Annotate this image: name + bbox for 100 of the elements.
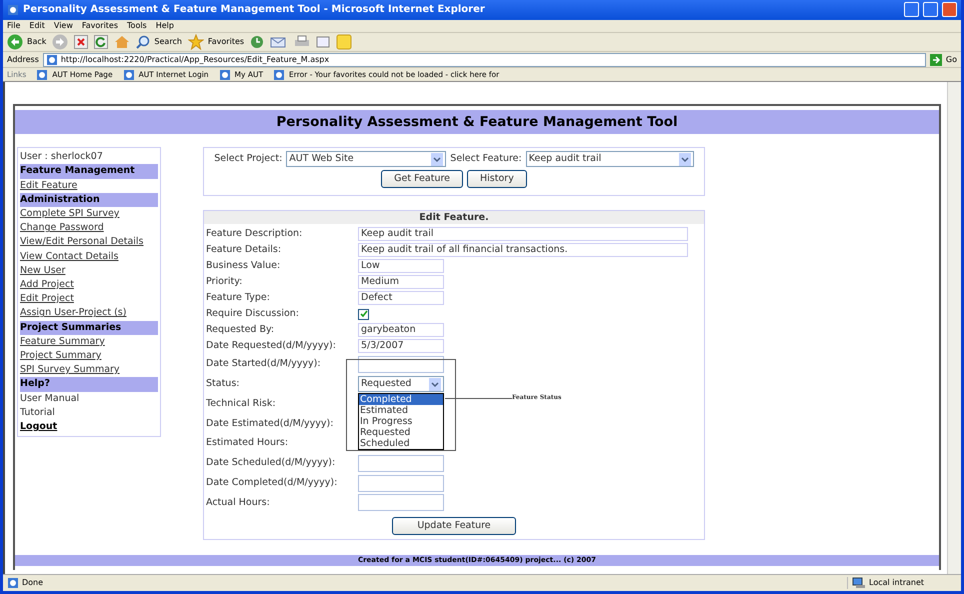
menu-item[interactable]: Help (156, 20, 174, 32)
panel-title: Edit Feature. (204, 211, 704, 224)
status-dropdown[interactable]: Requested (358, 376, 444, 392)
browser-icon (7, 4, 19, 16)
star-icon (188, 34, 204, 50)
scrollbar[interactable] (947, 82, 961, 574)
field-label: Business Value: (206, 259, 282, 274)
field-label: Select Project: (214, 152, 282, 166)
project-dropdown[interactable]: AUT Web Site (286, 151, 446, 168)
field-label: Date Scheduled(d/M/yyyy): (206, 456, 336, 470)
field-label: Priority: (206, 275, 244, 290)
search-button[interactable]: Search (136, 34, 182, 49)
sidebar-link[interactable]: View Contact Details (20, 250, 158, 264)
leader-line (445, 398, 512, 400)
field-label: Status: (206, 376, 240, 391)
sidebar-link[interactable]: Change Password (20, 221, 158, 236)
user-label: User : sherlock07 (20, 150, 104, 164)
field-label: Date Started(d/M/yyyy): (206, 357, 322, 372)
minimize-button[interactable] (904, 2, 919, 18)
history-button[interactable]: History (467, 170, 527, 188)
input-field[interactable] (358, 454, 444, 472)
sidebar-link[interactable]: Tutorial (20, 406, 158, 420)
sidebar-link[interactable]: User Manual (20, 392, 158, 406)
sidebar-link[interactable]: Add Project (20, 278, 158, 292)
dropdown-option[interactable]: Requested (359, 427, 443, 438)
sidebar-link[interactable]: Feature Summary (20, 334, 158, 349)
page-header: Personality Assessment & Feature Management Tool (15, 110, 939, 134)
dropdown-option[interactable]: Completed (359, 394, 443, 406)
sidebar-link[interactable]: Complete SPI Survey (20, 206, 158, 222)
field-label: Feature Type: (206, 291, 271, 306)
sidebar-link[interactable]: View/Edit Personal Details (20, 235, 158, 250)
dropdown-option[interactable]: Estimated (359, 405, 443, 416)
field-label: Estimated Hours: (206, 436, 290, 450)
section-header: Project Summaries (20, 320, 158, 335)
menu-item[interactable]: Tools (127, 20, 147, 32)
input-field[interactable]: Medium (358, 275, 444, 290)
document-icon[interactable] (316, 34, 330, 49)
field-label: Date Requested(d/M/yyyy): (206, 339, 337, 354)
checkbox[interactable] (358, 308, 369, 320)
menu-item[interactable]: View (54, 20, 73, 32)
back-button[interactable]: Back (7, 34, 46, 50)
maximize-button[interactable] (923, 2, 938, 18)
sidebar-link[interactable]: Project Summary (20, 348, 158, 364)
close-button[interactable] (942, 2, 957, 18)
page-icon (36, 68, 48, 81)
field-label: Requested By: (206, 323, 276, 338)
status-text: Done (22, 576, 44, 589)
input-field[interactable] (358, 474, 444, 492)
sidebar-link[interactable]: New User (20, 264, 158, 278)
field-label: Date Estimated(d/M/yyyy): (206, 416, 334, 430)
update-feature-button[interactable]: Update Feature (392, 516, 516, 535)
menu-item[interactable]: File (7, 20, 20, 32)
feature-dropdown[interactable]: Keep audit trail (526, 151, 694, 168)
field-label: Date Completed(d/M/yyyy): (206, 476, 338, 490)
sidebar-link[interactable]: SPI Survey Summary (20, 363, 158, 378)
input-field[interactable]: Defect (358, 291, 444, 306)
field-label: Feature Details: (206, 243, 282, 258)
chevron-icon (431, 152, 444, 166)
address-label: Address (7, 54, 39, 66)
note-icon[interactable] (336, 34, 352, 50)
favorites-button[interactable]: Favorites (188, 34, 244, 50)
field-label: Select Feature: (450, 152, 522, 166)
history-icon[interactable] (250, 34, 264, 49)
input-field[interactable]: Keep audit trail (358, 227, 688, 242)
go-arrow-icon (930, 54, 942, 66)
mail-icon[interactable] (270, 34, 288, 49)
logout-link[interactable]: Logout (20, 420, 158, 434)
page-icon (46, 54, 58, 66)
field-label: Require Discussion: (206, 307, 300, 322)
address-field[interactable]: http://localhost:2220/Practical/App_Resources/Edit_Feature_M.aspx (42, 52, 926, 67)
zone-label: Local intranet (869, 576, 924, 589)
input-field[interactable] (358, 356, 444, 373)
chevron-icon (429, 378, 441, 391)
sidebar-link[interactable]: Assign User-Project (s) (20, 306, 158, 321)
page-icon (273, 68, 286, 81)
sidebar-link[interactable]: Edit Project (20, 292, 158, 306)
page-icon (7, 576, 19, 589)
stop-icon[interactable] (74, 34, 88, 49)
input-field[interactable]: 5/3/2007 (358, 339, 444, 354)
input-field[interactable]: garybeaton (358, 323, 444, 338)
printer-icon[interactable] (294, 34, 310, 49)
input-field[interactable]: Keep audit trail of all financial transactions. (358, 243, 688, 258)
get-feature-button[interactable]: Get Feature (381, 170, 464, 188)
network-icon (852, 576, 866, 589)
field-label: Actual Hours: (206, 496, 271, 510)
menu-item[interactable]: Edit (29, 20, 45, 32)
section-header: Help? (20, 377, 158, 392)
field-label: Feature Description: (206, 227, 304, 242)
input-field[interactable] (358, 494, 444, 512)
dropdown-option[interactable]: In Progress (359, 416, 443, 428)
page-icon (218, 68, 231, 81)
go-button[interactable]: Go (930, 54, 957, 66)
field-label: Technical Risk: (206, 396, 277, 411)
home-icon[interactable] (114, 34, 130, 49)
dropdown-option[interactable]: Scheduled (359, 438, 443, 450)
menu-item[interactable]: Favorites (82, 20, 118, 32)
sidebar-link[interactable]: Edit Feature (20, 178, 158, 193)
input-field[interactable]: Low (358, 259, 444, 274)
window-title: Personality Assessment & Feature Management Tool - Microsoft Internet Explorer (23, 3, 486, 18)
refresh-icon[interactable] (94, 34, 108, 49)
